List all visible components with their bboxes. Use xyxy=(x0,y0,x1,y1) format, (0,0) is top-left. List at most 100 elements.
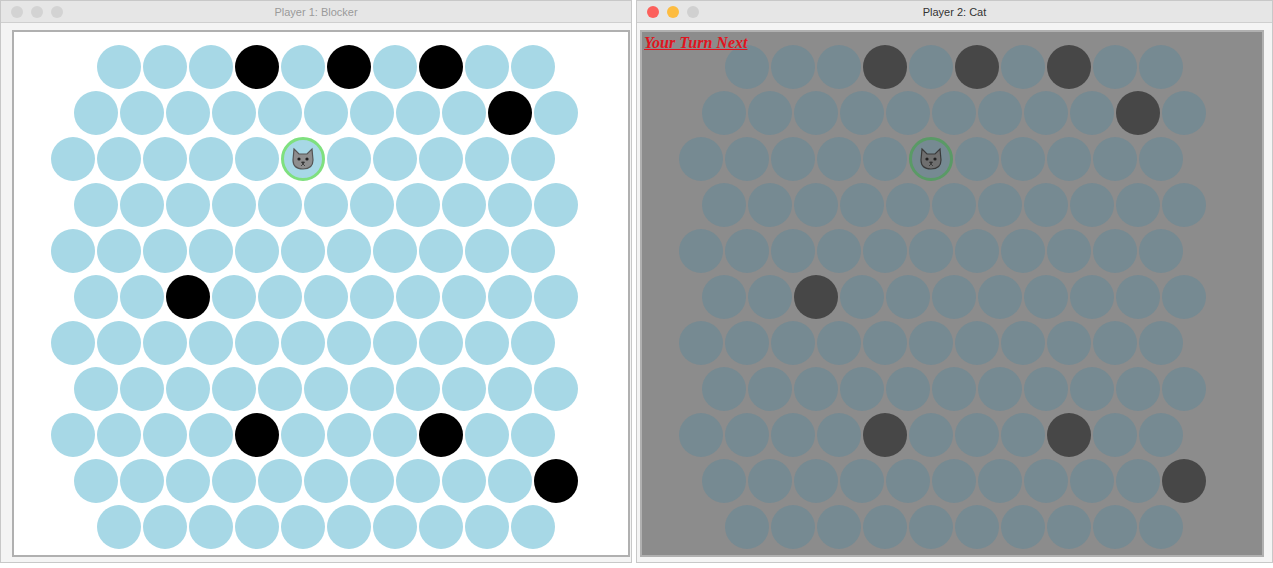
open-cell[interactable] xyxy=(679,229,723,273)
open-cell[interactable] xyxy=(74,183,118,227)
open-cell[interactable] xyxy=(863,137,907,181)
open-cell[interactable] xyxy=(419,321,463,365)
open-cell[interactable] xyxy=(442,275,486,319)
open-cell[interactable] xyxy=(373,505,417,549)
open-cell[interactable] xyxy=(120,367,164,411)
open-cell[interactable] xyxy=(771,45,815,89)
open-cell[interactable] xyxy=(702,183,746,227)
open-cell[interactable] xyxy=(304,183,348,227)
zoom-button[interactable] xyxy=(687,6,699,18)
open-cell[interactable] xyxy=(1001,505,1045,549)
open-cell[interactable] xyxy=(1070,367,1114,411)
blocked-cell[interactable] xyxy=(955,45,999,89)
open-cell[interactable] xyxy=(74,459,118,503)
open-cell[interactable] xyxy=(511,413,555,457)
open-cell[interactable] xyxy=(771,413,815,457)
open-cell[interactable] xyxy=(932,183,976,227)
open-cell[interactable] xyxy=(794,91,838,135)
open-cell[interactable] xyxy=(679,137,723,181)
open-cell[interactable] xyxy=(1162,275,1206,319)
open-cell[interactable] xyxy=(511,321,555,365)
minimize-button[interactable] xyxy=(31,6,43,18)
open-cell[interactable] xyxy=(304,275,348,319)
open-cell[interactable] xyxy=(1093,137,1137,181)
open-cell[interactable] xyxy=(863,505,907,549)
open-cell[interactable] xyxy=(1139,137,1183,181)
minimize-button[interactable] xyxy=(667,6,679,18)
open-cell[interactable] xyxy=(1024,183,1068,227)
open-cell[interactable] xyxy=(1116,367,1160,411)
blocked-cell[interactable] xyxy=(1162,459,1206,503)
open-cell[interactable] xyxy=(258,367,302,411)
open-cell[interactable] xyxy=(281,229,325,273)
open-cell[interactable] xyxy=(373,321,417,365)
open-cell[interactable] xyxy=(511,229,555,273)
open-cell[interactable] xyxy=(886,459,930,503)
open-cell[interactable] xyxy=(327,413,371,457)
blocked-cell[interactable] xyxy=(419,413,463,457)
open-cell[interactable] xyxy=(488,367,532,411)
cat-cell[interactable] xyxy=(909,137,953,181)
open-cell[interactable] xyxy=(212,275,256,319)
open-cell[interactable] xyxy=(166,183,210,227)
open-cell[interactable] xyxy=(771,137,815,181)
open-cell[interactable] xyxy=(350,91,394,135)
open-cell[interactable] xyxy=(1070,91,1114,135)
open-cell[interactable] xyxy=(465,505,509,549)
open-cell[interactable] xyxy=(1001,137,1045,181)
open-cell[interactable] xyxy=(725,137,769,181)
open-cell[interactable] xyxy=(702,275,746,319)
open-cell[interactable] xyxy=(304,367,348,411)
open-cell[interactable] xyxy=(189,45,233,89)
open-cell[interactable] xyxy=(350,459,394,503)
open-cell[interactable] xyxy=(534,183,578,227)
open-cell[interactable] xyxy=(120,183,164,227)
open-cell[interactable] xyxy=(189,137,233,181)
open-cell[interactable] xyxy=(978,367,1022,411)
open-cell[interactable] xyxy=(1001,321,1045,365)
open-cell[interactable] xyxy=(863,321,907,365)
open-cell[interactable] xyxy=(771,321,815,365)
open-cell[interactable] xyxy=(120,91,164,135)
open-cell[interactable] xyxy=(235,137,279,181)
open-cell[interactable] xyxy=(534,367,578,411)
open-cell[interactable] xyxy=(840,367,884,411)
open-cell[interactable] xyxy=(488,459,532,503)
open-cell[interactable] xyxy=(1139,45,1183,89)
open-cell[interactable] xyxy=(748,183,792,227)
open-cell[interactable] xyxy=(488,275,532,319)
open-cell[interactable] xyxy=(909,229,953,273)
open-cell[interactable] xyxy=(143,229,187,273)
open-cell[interactable] xyxy=(258,459,302,503)
open-cell[interactable] xyxy=(1093,229,1137,273)
open-cell[interactable] xyxy=(725,505,769,549)
open-cell[interactable] xyxy=(442,367,486,411)
open-cell[interactable] xyxy=(143,45,187,89)
blocked-cell[interactable] xyxy=(794,275,838,319)
open-cell[interactable] xyxy=(189,505,233,549)
open-cell[interactable] xyxy=(143,413,187,457)
open-cell[interactable] xyxy=(396,459,440,503)
open-cell[interactable] xyxy=(909,505,953,549)
open-cell[interactable] xyxy=(1001,229,1045,273)
open-cell[interactable] xyxy=(120,459,164,503)
open-cell[interactable] xyxy=(932,459,976,503)
open-cell[interactable] xyxy=(281,413,325,457)
open-cell[interactable] xyxy=(166,367,210,411)
open-cell[interactable] xyxy=(1116,183,1160,227)
open-cell[interactable] xyxy=(465,137,509,181)
open-cell[interactable] xyxy=(511,137,555,181)
open-cell[interactable] xyxy=(373,413,417,457)
open-cell[interactable] xyxy=(212,183,256,227)
open-cell[interactable] xyxy=(465,321,509,365)
open-cell[interactable] xyxy=(1162,91,1206,135)
open-cell[interactable] xyxy=(258,275,302,319)
open-cell[interactable] xyxy=(702,91,746,135)
open-cell[interactable] xyxy=(1139,505,1183,549)
open-cell[interactable] xyxy=(817,137,861,181)
close-button[interactable] xyxy=(647,6,659,18)
open-cell[interactable] xyxy=(817,321,861,365)
open-cell[interactable] xyxy=(97,505,141,549)
open-cell[interactable] xyxy=(909,413,953,457)
open-cell[interactable] xyxy=(840,275,884,319)
